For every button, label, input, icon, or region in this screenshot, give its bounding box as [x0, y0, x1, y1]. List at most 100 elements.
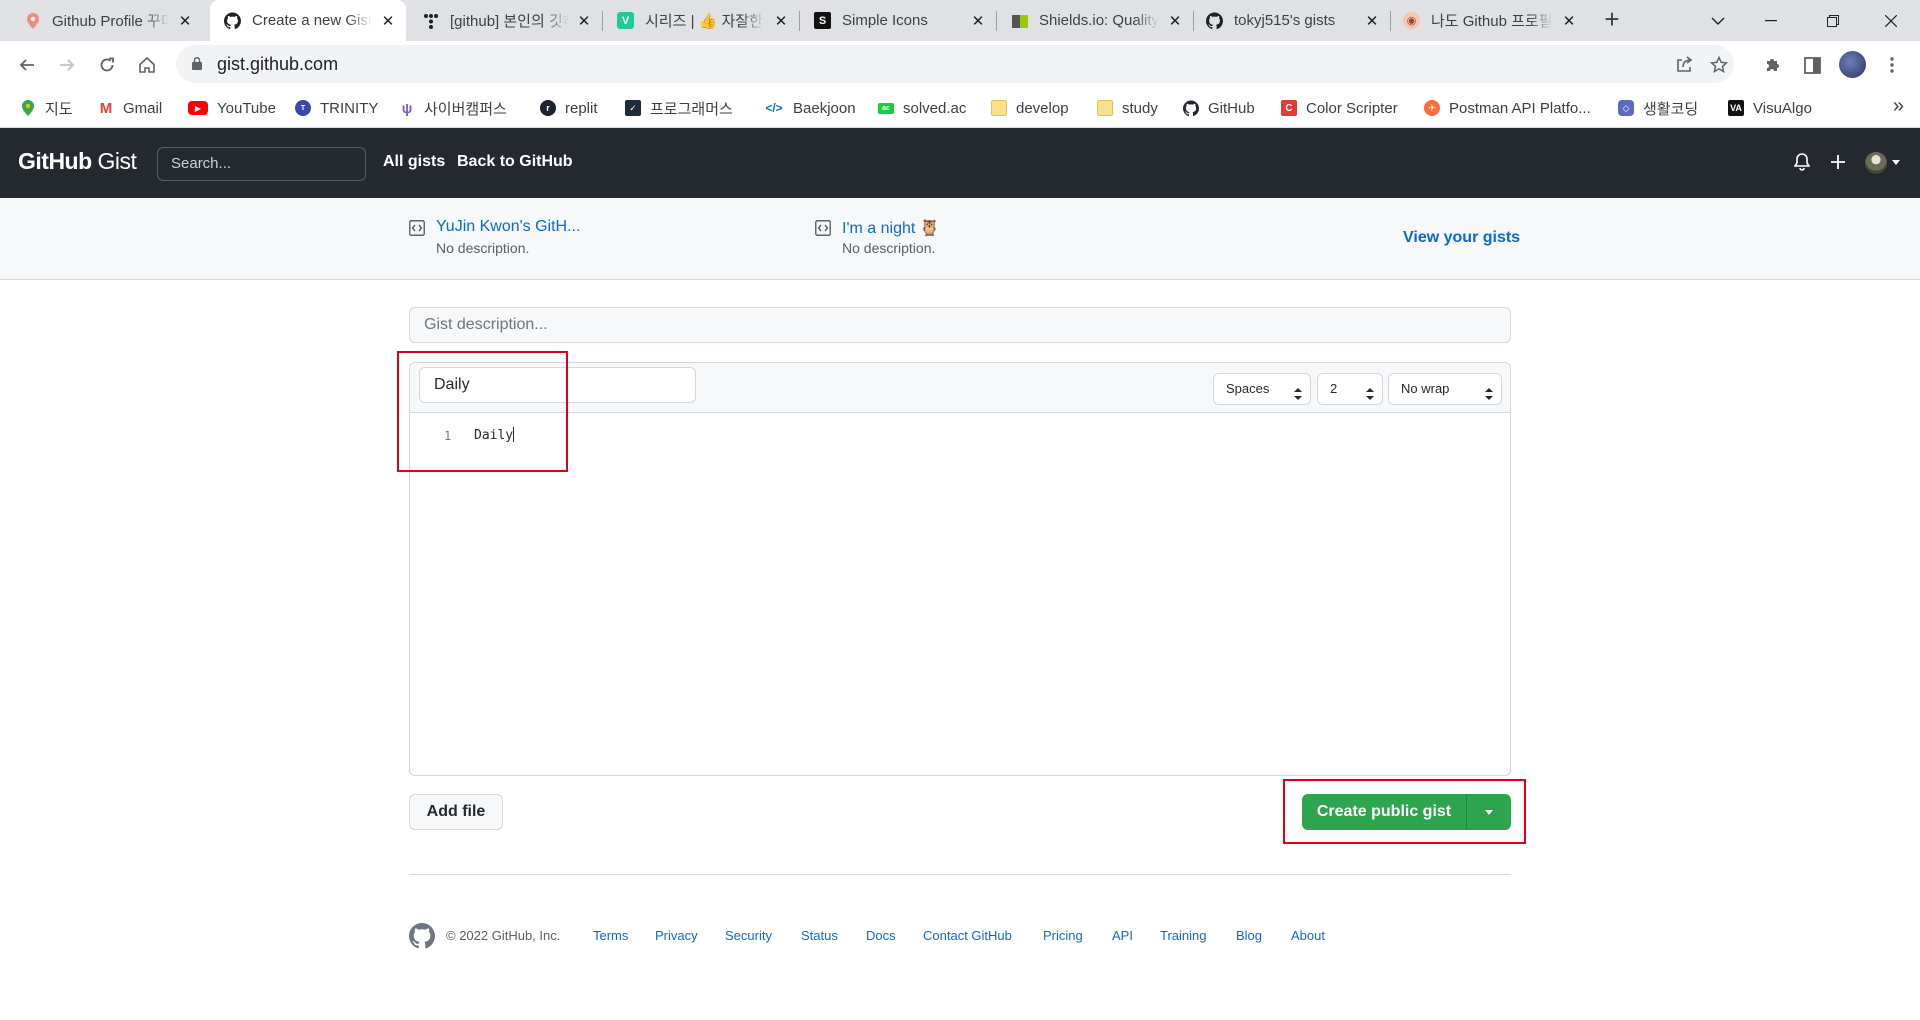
footer-link-pricing[interactable]: Pricing [1043, 928, 1083, 943]
bookmark-label: Gmail [123, 99, 163, 117]
side-panel-icon[interactable] [1800, 53, 1824, 77]
footer-link-api[interactable]: API [1112, 928, 1133, 943]
tab-github-profile-blog[interactable]: [github] 본인의 깃허브 ✕ [406, 0, 602, 41]
logo-github-text: GitHub [18, 148, 92, 174]
bookmark-item[interactable]: ac solved.ac [878, 97, 966, 119]
recent-gist-title[interactable]: YuJin Kwon's GitH... [436, 218, 580, 236]
more-vertical-icon[interactable] [1880, 53, 1904, 77]
plus-icon[interactable] [1828, 152, 1848, 172]
footer-link-privacy[interactable]: Privacy [655, 928, 698, 943]
close-icon[interactable]: ✕ [1364, 12, 1380, 30]
tab-title: Create a new Gist [252, 12, 372, 29]
close-icon[interactable]: ✕ [773, 12, 789, 30]
forward-arrow-icon[interactable] [51, 49, 83, 81]
bell-icon[interactable] [1792, 152, 1812, 172]
gist-logo[interactable]: GitHub Gist [18, 148, 137, 175]
reload-icon[interactable] [91, 49, 123, 81]
tab-simple-icons[interactable]: S Simple Icons ✕ [800, 0, 996, 41]
home-icon[interactable] [131, 49, 163, 81]
postman-icon: ✈ [1424, 100, 1440, 116]
bookmark-item[interactable]: GitHub [1183, 97, 1255, 119]
bookmark-item[interactable]: M Gmail [98, 97, 162, 119]
tab-velog-series[interactable]: V 시리즈 | 👍 자잘한 ✕ [603, 0, 799, 41]
bookmark-label: develop [1016, 99, 1069, 117]
add-file-button[interactable]: Add file [409, 794, 503, 830]
recent-gist-description: No description. [842, 240, 936, 256]
indent-mode-select[interactable]: Spaces [1213, 373, 1311, 405]
view-your-gists-link[interactable]: View your gists [1403, 229, 1520, 247]
gist-description-input[interactable]: Gist description... [409, 307, 1511, 343]
window-close-icon[interactable] [1868, 0, 1914, 41]
bookmark-item[interactable]: T TRINITY [295, 97, 378, 119]
bookmark-label: Postman API Platfo... [1449, 99, 1591, 117]
github-mark-icon[interactable] [409, 923, 435, 949]
bookmark-label: Baekjoon [793, 99, 856, 117]
footer-link-training[interactable]: Training [1160, 928, 1206, 943]
close-icon[interactable]: ✕ [970, 12, 986, 30]
restore-icon[interactable] [1810, 0, 1856, 41]
editor-header: Daily Spaces 2 No wrap [410, 363, 1510, 413]
close-icon[interactable]: ✕ [1561, 12, 1577, 30]
trinity-icon: T [295, 100, 311, 116]
footer-divider [409, 874, 1511, 875]
gist-search-input[interactable]: Search... [157, 147, 366, 181]
footer-link-blog[interactable]: Blog [1236, 928, 1262, 943]
bookmark-item[interactable]: r replit [540, 97, 598, 119]
bookmark-item[interactable]: ◇ 생활코딩 [1618, 97, 1698, 119]
footer-link-terms[interactable]: Terms [593, 928, 628, 943]
bookmark-item[interactable]: study [1097, 97, 1158, 119]
bookmarks-overflow-chevron-icon[interactable]: » [1893, 95, 1904, 118]
footer-link-contact[interactable]: Contact GitHub [923, 928, 1012, 943]
url-text: gist.github.com [217, 54, 339, 74]
tab-search-chevron-icon[interactable] [1695, 0, 1741, 41]
indent-size-select[interactable]: 2 [1317, 373, 1383, 405]
tab-shields-io[interactable]: Shields.io: Quality ✕ [997, 0, 1193, 41]
bookmark-label: study [1122, 99, 1158, 117]
bookmark-item[interactable]: C Color Scripter [1281, 97, 1398, 119]
lock-icon[interactable] [192, 57, 202, 75]
tab-github-profile[interactable]: Github Profile 꾸미기 ✕ [0, 0, 203, 41]
velog-icon: V [617, 12, 634, 29]
close-icon[interactable]: ✕ [1167, 12, 1183, 30]
extensions-puzzle-icon[interactable] [1761, 53, 1785, 77]
bookmark-label: YouTube [217, 99, 276, 117]
tab-github-profile-owl[interactable]: ◉ 나도 Github 프로필 ✕ [1391, 0, 1587, 41]
bookmark-item[interactable]: ✈ Postman API Platfo... [1424, 97, 1591, 119]
bookmark-item[interactable]: ✓ 프로그래머스 [625, 97, 733, 119]
close-icon[interactable]: ✕ [380, 12, 396, 30]
bookmark-item[interactable]: </> Baekjoon [764, 97, 856, 119]
browser-tab-strip: Github Profile 꾸미기 ✕ Create a new Gist ✕… [0, 0, 1920, 41]
footer-link-about[interactable]: About [1291, 928, 1325, 943]
address-bar[interactable]: gist.github.com [176, 45, 1734, 83]
footer-link-security[interactable]: Security [725, 928, 772, 943]
recent-gist-title[interactable]: I'm a night 🦉 [842, 218, 940, 238]
all-gists-link[interactable]: All gists [383, 153, 445, 171]
new-tab-plus-icon[interactable]: + [1598, 6, 1626, 34]
bookmark-item[interactable]: ▶ YouTube [188, 97, 276, 119]
bookmark-item[interactable]: develop [991, 97, 1069, 119]
browser-toolbar: gist.github.com [0, 41, 1920, 89]
bookmark-item[interactable]: ψ 사이버캠퍼스 [399, 97, 507, 119]
tab-title: tokyj515's gists [1234, 12, 1336, 29]
close-icon[interactable]: ✕ [177, 12, 193, 30]
footer-link-status[interactable]: Status [801, 928, 838, 943]
wrap-mode-select[interactable]: No wrap [1388, 373, 1502, 405]
recent-gists-strip: YuJin Kwon's GitH... No description. I'm… [0, 198, 1920, 280]
annotation-box-create-button [1283, 779, 1526, 844]
tab-tokyj515-gists[interactable]: tokyj515's gists ✕ [1194, 0, 1390, 41]
caret-down-icon[interactable] [1892, 160, 1900, 165]
close-icon[interactable]: ✕ [576, 12, 592, 30]
gist-file-editor: Daily Spaces 2 No wrap 1 Daily [409, 362, 1511, 776]
chrome-profile-avatar[interactable] [1839, 51, 1866, 78]
back-arrow-icon[interactable] [11, 49, 43, 81]
back-to-github-link[interactable]: Back to GitHub [457, 153, 573, 171]
share-icon[interactable] [1673, 54, 1695, 76]
tab-create-gist[interactable]: Create a new Gist ✕ [210, 0, 406, 41]
user-avatar[interactable] [1865, 152, 1887, 174]
minimize-icon[interactable] [1748, 0, 1794, 41]
bookmark-item[interactable]: VA VisuAlgo [1728, 97, 1812, 119]
owl-icon: ◉ [1403, 12, 1420, 29]
footer-link-docs[interactable]: Docs [866, 928, 896, 943]
bookmark-star-icon[interactable] [1708, 54, 1730, 76]
bookmark-item[interactable]: 지도 [20, 97, 73, 119]
